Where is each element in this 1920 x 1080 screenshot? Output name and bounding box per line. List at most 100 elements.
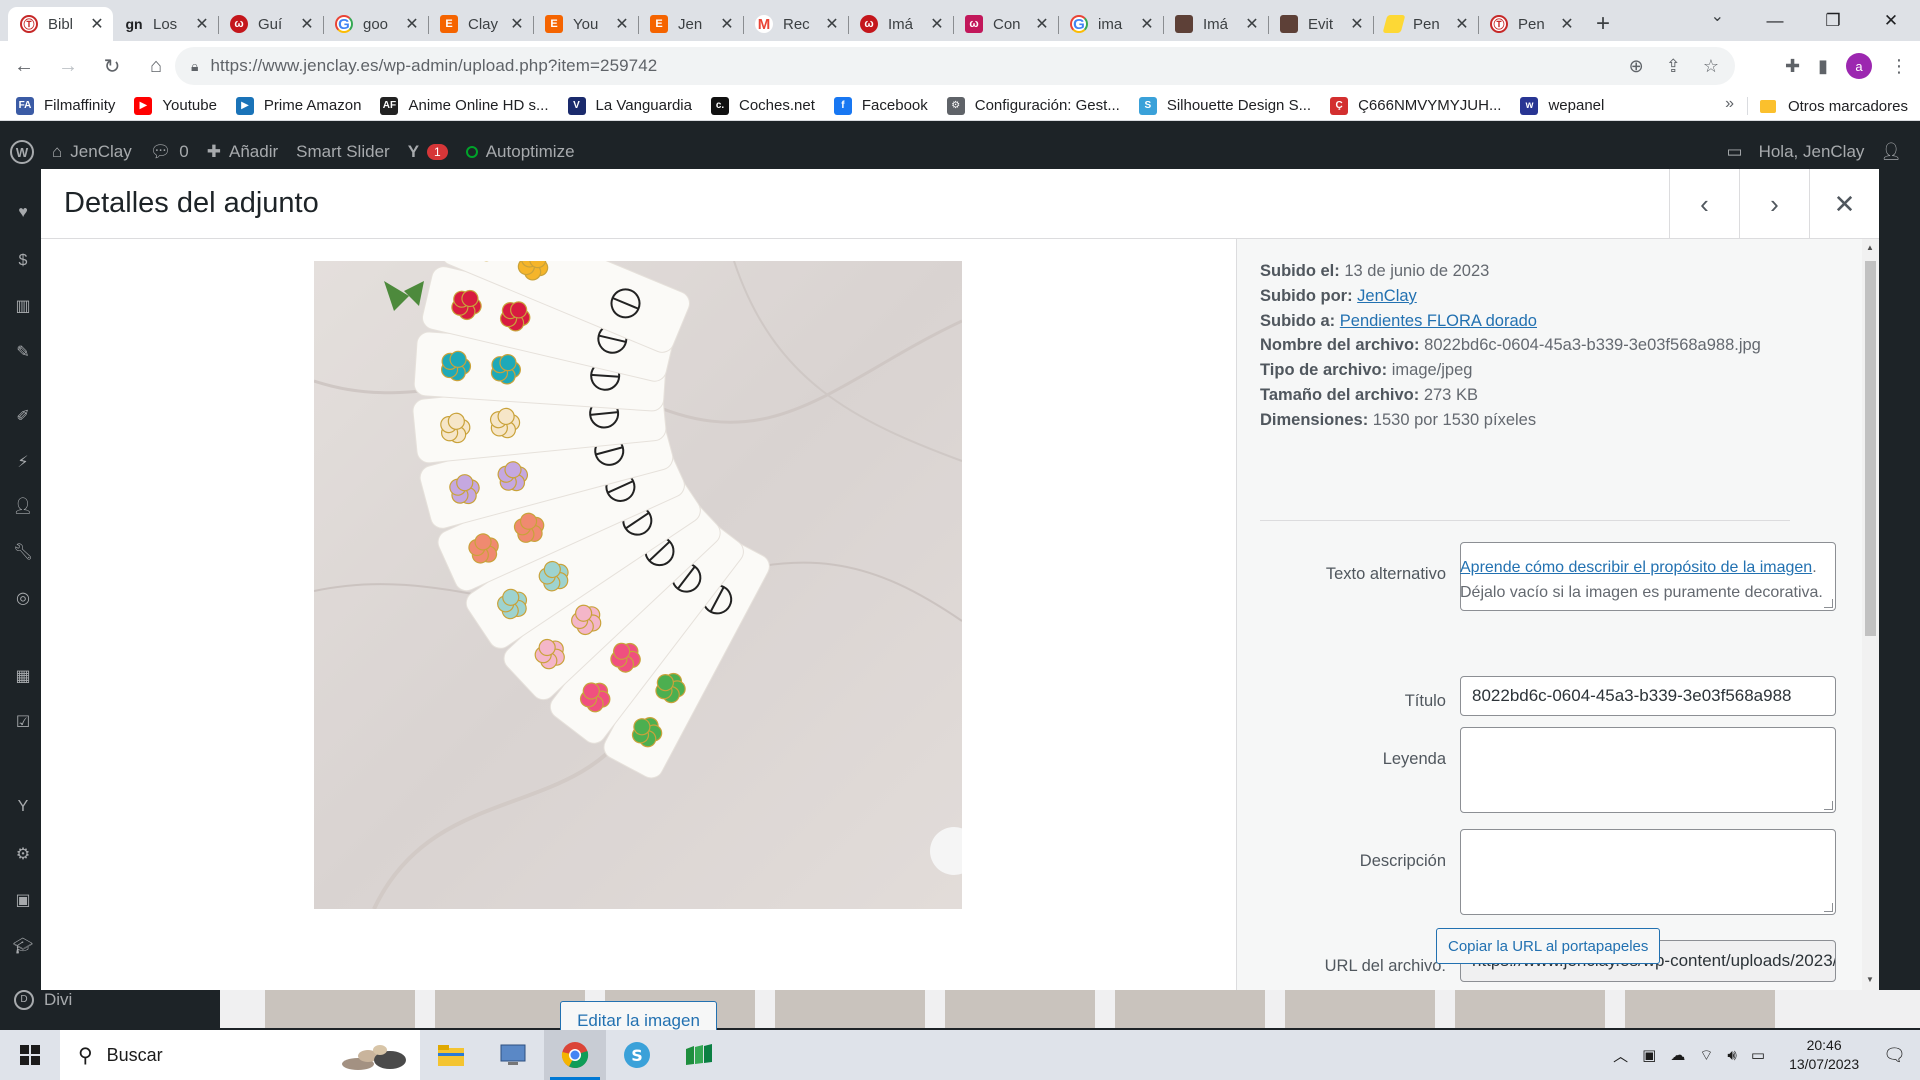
media-thumb[interactable] (1285, 990, 1435, 1028)
media-thumb[interactable] (775, 990, 925, 1028)
tools-icon[interactable]: 🔧︎ (12, 542, 34, 562)
notification-icon[interactable]: ▭ (1727, 142, 1743, 162)
browser-tab[interactable]: ω Imá ✕ (848, 7, 953, 41)
tab-close-icon[interactable]: ✕ (1244, 14, 1260, 34)
checklist-icon[interactable]: ☑ (12, 712, 34, 732)
tab-close-icon[interactable]: ✕ (1454, 14, 1470, 34)
tab-close-icon[interactable]: ✕ (1139, 14, 1155, 34)
title-field[interactable]: 8022bd6c-0604-45a3-b339-3e03f568a988 (1460, 676, 1836, 716)
comments-link[interactable]: 💬︎ 0 (150, 142, 189, 162)
alt-help-link[interactable]: Aprende cómo describir el propósito de l… (1460, 559, 1812, 576)
users-icon[interactable]: 👤︎ (12, 496, 34, 516)
description-field[interactable] (1460, 829, 1836, 915)
bookmark-item[interactable]: AF Anime Online HD s... (380, 96, 549, 115)
tab-close-icon[interactable]: ✕ (299, 14, 315, 34)
bookmark-item[interactable]: S Silhouette Design S... (1138, 96, 1311, 115)
bookmark-item[interactable]: V La Vanguardia (567, 96, 692, 115)
yoast-link[interactable]: Y 1 (408, 142, 448, 162)
bookmark-item[interactable]: FA Filmaffinity (16, 96, 115, 115)
silhouette-studio-icon[interactable]: S (606, 1030, 668, 1080)
bookmark-item[interactable]: w wepanel (1520, 96, 1604, 115)
back-icon[interactable]: ← (4, 46, 44, 86)
address-bar[interactable]: 🔒︎ https://www.jenclay.es/wp-admin/uploa… (175, 47, 1735, 85)
start-button[interactable] (0, 1030, 60, 1080)
add-new-link[interactable]: ✚ Añadir (207, 142, 278, 162)
scroll-thumb[interactable] (1865, 261, 1876, 636)
tab-close-icon[interactable]: ✕ (929, 14, 945, 34)
menu-icon[interactable]: ⋮ (1890, 56, 1908, 77)
volume-icon[interactable]: 🔊︎ (1727, 1047, 1736, 1064)
caption-field[interactable] (1460, 727, 1836, 813)
sidebar-item-divi[interactable]: D Divi (14, 990, 72, 1010)
close-window-icon[interactable]: ✕ (1862, 11, 1920, 31)
bookmark-item[interactable]: Ç Ç666NMVYMYJUH... (1330, 96, 1501, 115)
side-panel-icon[interactable]: ▮ (1818, 56, 1828, 77)
profile-avatar[interactable]: a (1846, 53, 1872, 79)
appearance-icon[interactable]: ✐ (12, 406, 34, 426)
copy-url-button[interactable]: Copiar la URL al portapapeles (1436, 928, 1661, 964)
new-tab-button[interactable]: + (1583, 7, 1623, 41)
forward-icon[interactable]: → (48, 46, 88, 86)
autoptimize-link[interactable]: Autoptimize (465, 142, 575, 162)
settings-icon[interactable]: ◎ (12, 588, 34, 608)
bookmark-item[interactable]: ▶ Prime Amazon (235, 96, 361, 115)
tab-search-icon[interactable]: ⌄ (1711, 6, 1724, 26)
user-avatar-icon[interactable]: 👤︎ (1880, 142, 1902, 162)
woocommerce-icon[interactable]: ♥ (12, 204, 34, 224)
bookmark-item[interactable]: ⚙ Configuración: Gest... (946, 96, 1120, 115)
browser-tab[interactable]: E You ✕ (533, 7, 638, 41)
tab-close-icon[interactable]: ✕ (1559, 14, 1575, 34)
browser-tab[interactable]: Gima ✕ (1058, 7, 1163, 41)
browser-tab[interactable]: Evit ✕ (1268, 7, 1373, 41)
reload-icon[interactable]: ↻ (92, 46, 132, 86)
plugins-icon[interactable]: ⚡︎ (12, 452, 34, 472)
other-bookmarks-folder[interactable]: Otros marcadores (1759, 91, 1908, 121)
uploaded-to-link[interactable]: Pendientes FLORA dorado (1340, 312, 1537, 330)
share-icon[interactable]: ⇪ (1666, 56, 1681, 77)
uploaded-by-link[interactable]: JenClay (1357, 287, 1417, 305)
marketing-icon[interactable]: ✎ (12, 342, 34, 362)
tab-close-icon[interactable]: ✕ (1034, 14, 1050, 34)
url-text[interactable]: https://www.jenclay.es/wp-admin/upload.p… (210, 56, 657, 76)
bookmark-item[interactable]: ▶ Youtube (134, 96, 217, 115)
media-thumb[interactable] (1455, 990, 1605, 1028)
table-icon[interactable]: ▦ (12, 666, 34, 686)
tab-close-icon[interactable]: ✕ (614, 14, 630, 34)
spreadsheet-app-icon[interactable] (668, 1030, 730, 1080)
tab-close-icon[interactable]: ✕ (509, 14, 525, 34)
battery-icon[interactable]: ▭ (1751, 1046, 1765, 1064)
scroll-down-icon[interactable]: ▼ (1866, 975, 1874, 984)
file-explorer-icon[interactable] (420, 1030, 482, 1080)
tab-close-icon[interactable]: ✕ (404, 14, 420, 34)
cloud-error-icon[interactable]: ☁︎ (1670, 1046, 1685, 1064)
yoast-sidebar-icon[interactable]: Y (12, 798, 34, 818)
analytics-icon[interactable]: ▥ (12, 296, 34, 316)
payments-icon[interactable]: $ (12, 252, 34, 272)
restore-icon[interactable]: ❐ (1804, 11, 1862, 31)
tab-close-icon[interactable]: ✕ (194, 14, 210, 34)
extensions-icon[interactable]: ✚ (1785, 56, 1800, 77)
meet-now-icon[interactable]: ▣ (1642, 1046, 1656, 1064)
bookmark-item[interactable]: c. Coches.net (710, 96, 815, 115)
bookmarks-overflow-icon[interactable]: » (1725, 95, 1734, 113)
lock-icon[interactable]: 🔒︎ (191, 58, 198, 75)
bookmark-star-icon[interactable]: ☆ (1703, 56, 1719, 77)
browser-tab[interactable]: gn Los ✕ (113, 7, 218, 41)
media-thumb[interactable] (265, 990, 415, 1028)
cog-icon[interactable]: ⚙ (12, 844, 34, 864)
next-button[interactable]: › (1739, 169, 1809, 239)
bookmark-item[interactable]: f Facebook (833, 96, 928, 115)
camera-icon[interactable]: ▣ (12, 890, 34, 910)
browser-tab[interactable]: Ggoo ✕ (323, 7, 428, 41)
zoom-icon[interactable]: ⊕ (1629, 56, 1644, 77)
home-icon[interactable]: ⌂ (136, 46, 176, 86)
media-thumb[interactable] (945, 990, 1095, 1028)
browser-tab[interactable]: Imá ✕ (1163, 7, 1268, 41)
browser-tab[interactable]: Pen ✕ (1373, 7, 1478, 41)
previous-button[interactable]: ‹ (1669, 169, 1739, 239)
minimize-icon[interactable]: — (1746, 11, 1804, 31)
remote-desktop-icon[interactable] (482, 1030, 544, 1080)
browser-tab[interactable]: E Jen ✕ (638, 7, 743, 41)
media-thumb[interactable] (1115, 990, 1265, 1028)
tab-close-icon[interactable]: ✕ (89, 14, 105, 34)
